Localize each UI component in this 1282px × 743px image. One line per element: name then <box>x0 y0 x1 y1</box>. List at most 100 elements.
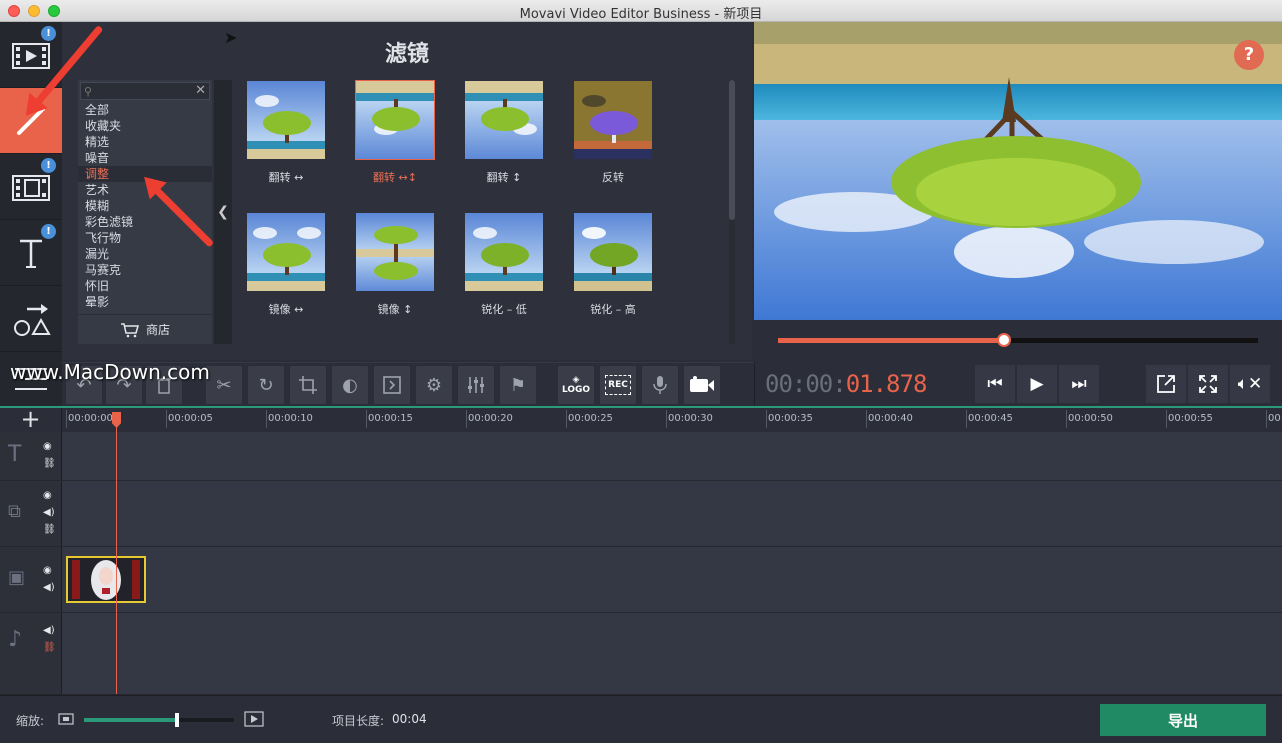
transitions-tool-button[interactable]: ! <box>0 154 62 220</box>
timeline-ruler[interactable]: + 00:00:00 00:00:05 00:00:10 00:00:15 00… <box>0 406 1282 432</box>
filter-thumbnail <box>573 80 653 160</box>
color-adjust-button[interactable]: ◐ <box>332 366 368 404</box>
video-clip[interactable] <box>66 556 146 603</box>
seek-handle[interactable] <box>996 333 1011 347</box>
filter-thumbnail <box>355 80 435 160</box>
window-title: Movavi Video Editor Business - 新项目 <box>519 7 763 22</box>
cut-button[interactable]: ✂ <box>206 366 242 404</box>
audio-track[interactable]: ♪ ◀) ⛓ <box>0 613 1282 695</box>
filter-thumbnail <box>246 212 326 292</box>
mouse-cursor-icon: ➤ <box>224 28 238 47</box>
filter-flip-horizontal[interactable]: 翻转 ↔ <box>246 80 326 185</box>
record-video-button[interactable] <box>684 366 720 404</box>
title-bar: Movavi Video Editor Business - 新项目 <box>0 0 1282 22</box>
category-search-input[interactable]: ⚲ ✕ <box>80 82 210 100</box>
shapes-tool-button[interactable] <box>0 286 62 352</box>
collapse-panel-button[interactable]: ❮ <box>214 80 232 344</box>
marker-button[interactable]: ⚑ <box>500 366 536 404</box>
category-item[interactable]: 漏光 <box>78 246 212 262</box>
rotate-button[interactable]: ↻ <box>248 366 284 404</box>
film-transition-icon <box>12 174 50 201</box>
footer-bar: 缩放: 项目长度: 00:04 导出 <box>0 695 1282 743</box>
speaker-icon[interactable]: ◀) <box>43 582 55 593</box>
panel-title: 滤镜 <box>384 42 429 67</box>
fullscreen-button[interactable] <box>1188 365 1228 403</box>
title-track[interactable]: T ◉ ⛓ <box>0 432 1282 481</box>
titles-tool-button[interactable]: ! <box>0 220 62 286</box>
add-track-button[interactable]: + <box>0 407 62 432</box>
store-button[interactable]: 商店 <box>78 314 212 344</box>
equalizer-button[interactable] <box>458 366 494 404</box>
timecode-prefix: 00:00: <box>765 370 847 398</box>
titles-badge: ! <box>41 224 56 239</box>
help-button[interactable]: ? <box>1234 40 1264 70</box>
filters-panel: 滤镜 ⚲ ✕ 全部 收藏夹 精选 噪音 调整 艺术 模糊 彩色滤镜 飞行物 漏光… <box>62 22 752 360</box>
category-item[interactable]: 飞行物 <box>78 230 212 246</box>
color-adjust-icon: ◐ <box>342 374 358 396</box>
overlay-track-icon: ⧉ <box>8 501 21 522</box>
filter-mirror-vertical[interactable]: 镜像 ↕ <box>355 212 435 317</box>
overlay-track[interactable]: ⧉ ◉ ◀) ⛓ <box>0 481 1282 547</box>
ruler-tick: 00:00:50 <box>1066 410 1113 428</box>
play-icon: ▶ <box>1030 374 1044 394</box>
export-button[interactable]: 导出 <box>1100 704 1266 736</box>
video-track[interactable]: ▣ ◉ ◀) <box>0 547 1282 613</box>
clear-search-icon[interactable]: ✕ <box>195 83 206 98</box>
category-item[interactable]: 模糊 <box>78 198 212 214</box>
scrollbar-thumb[interactable] <box>729 80 735 220</box>
zoom-out-icon[interactable] <box>58 713 74 725</box>
mute-button[interactable]: 🔈︎✕ <box>1230 365 1270 403</box>
category-item[interactable]: 马赛克 <box>78 262 212 278</box>
popout-icon <box>1157 375 1175 393</box>
speaker-icon[interactable]: ◀) <box>43 625 55 636</box>
filter-scrollbar[interactable] <box>729 80 735 344</box>
speaker-icon[interactable]: ◀) <box>43 507 55 518</box>
category-item[interactable]: 晕影 <box>78 294 212 310</box>
zoom-fill <box>84 718 177 722</box>
record-voice-button[interactable] <box>642 366 678 404</box>
skip-back-icon: ⏮ <box>987 374 1003 394</box>
category-item[interactable]: 收藏夹 <box>78 118 212 134</box>
filter-flip-both[interactable]: 翻转 ↔↕ <box>355 80 435 185</box>
zoom-slider[interactable] <box>84 713 234 727</box>
search-icon: ⚲ <box>84 85 93 98</box>
ruler-tick: 00:00:10 <box>266 410 313 428</box>
filter-flip-vertical[interactable]: 翻转 ↕ <box>464 80 544 185</box>
category-item[interactable]: 精选 <box>78 134 212 150</box>
filter-label: 翻转 ↕ <box>486 171 522 184</box>
category-item[interactable]: 噪音 <box>78 150 212 166</box>
filter-invert[interactable]: 反转 <box>573 80 653 185</box>
play-button[interactable]: ▶ <box>1017 365 1057 403</box>
unlink-icon[interactable]: ⛓ <box>43 642 56 653</box>
link-icon[interactable]: ⛓ <box>43 458 56 469</box>
split-frame-button[interactable] <box>374 366 410 404</box>
eye-icon[interactable]: ◉ <box>43 441 52 452</box>
next-frame-button[interactable]: ⏭ <box>1059 365 1099 403</box>
filter-sharpen-high[interactable]: 锐化 – 高 <box>573 212 653 317</box>
filter-mirror-horizontal[interactable]: 镜像 ↔ <box>246 212 326 317</box>
category-item[interactable]: 全部 <box>78 102 212 118</box>
link-icon[interactable]: ⛓ <box>43 524 56 535</box>
transitions-badge: ! <box>41 158 56 173</box>
zoom-in-icon[interactable] <box>244 711 264 727</box>
seek-bar[interactable] <box>778 333 1258 347</box>
popout-preview-button[interactable] <box>1146 365 1186 403</box>
previous-frame-button[interactable]: ⏮ <box>975 365 1015 403</box>
playback-panel: 00:00:01.878 ⏮ ▶ ⏭ 🔈︎✕ <box>754 362 1282 406</box>
filter-sharpen-low[interactable]: 锐化 – 低 <box>464 212 544 317</box>
record-screen-button[interactable]: REC <box>600 366 636 404</box>
logo-button[interactable]: ◈ LOGO <box>558 366 594 404</box>
category-item[interactable]: 怀旧 <box>78 278 212 294</box>
logo-label: LOGO <box>561 385 591 395</box>
crop-button[interactable] <box>290 366 326 404</box>
eye-icon[interactable]: ◉ <box>43 565 52 576</box>
timecode-current: 01.878 <box>845 370 928 398</box>
filter-label: 翻转 ↔ <box>268 171 304 184</box>
film-import-icon <box>12 42 50 69</box>
settings-button[interactable]: ⚙ <box>416 366 452 404</box>
category-list: 全部 收藏夹 精选 噪音 调整 艺术 模糊 彩色滤镜 飞行物 漏光 马赛克 怀旧… <box>78 102 212 310</box>
equalizer-icon <box>468 377 484 393</box>
filter-label: 反转 <box>602 171 624 184</box>
eye-icon[interactable]: ◉ <box>43 490 52 501</box>
zoom-handle[interactable] <box>175 713 179 727</box>
